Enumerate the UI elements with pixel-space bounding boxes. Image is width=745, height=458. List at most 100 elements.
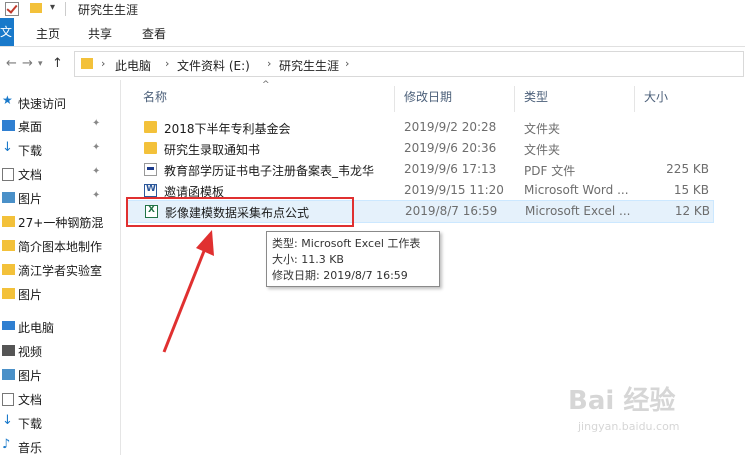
sidebar-item-quick-access[interactable]: ★ 快速访问 [0, 92, 118, 114]
address-folder-icon [81, 58, 93, 69]
folder-icon [2, 264, 15, 275]
tab-home[interactable]: 主页 [36, 25, 60, 42]
file-type: 文件夹 [524, 122, 561, 136]
quick-access-dropdown-icon[interactable]: ▾ [50, 2, 55, 13]
sidebar-item-videos[interactable]: 视频 [0, 340, 118, 362]
sidebar-item-label: 此电脑 [18, 321, 55, 335]
arrow-shaft [162, 245, 208, 353]
sidebar-item-label: 桌面 [18, 120, 43, 134]
sidebar-item-documents[interactable]: 文档 [0, 388, 118, 410]
up-arrow-icon[interactable]: ↑ [52, 56, 63, 71]
sidebar-item-desktop[interactable]: 桌面 ✦ [0, 115, 118, 137]
desktop-icon [2, 120, 15, 131]
download-icon: ↓ [2, 140, 13, 155]
star-icon: ★ [2, 93, 13, 107]
picture-icon [2, 369, 15, 380]
chevron-right-icon[interactable]: › [101, 57, 105, 70]
pin-icon[interactable]: ✦ [92, 166, 100, 177]
sidebar-item-label: 图片 [18, 192, 43, 206]
tooltip-size: 大小: 11.3 KB [272, 253, 344, 266]
baidu-watermark-url: jingyan.baidu.com [578, 420, 680, 433]
sidebar-item-downloads[interactable]: ↓ 下载 ✦ [0, 139, 118, 161]
sidebar-item-label: 图片 [18, 288, 43, 302]
document-icon [2, 168, 14, 181]
pin-icon[interactable]: ✦ [92, 190, 100, 201]
sidebar-item-label: 下载 [18, 417, 43, 431]
pin-icon[interactable]: ✦ [92, 118, 100, 129]
sidebar-item-folder[interactable]: 图片 [0, 283, 118, 305]
document-icon [2, 393, 14, 406]
baidu-watermark: Bai 经验 [568, 386, 676, 416]
address-bar[interactable]: › 此电脑 › 文件资料 (E:) › 研究生生涯 › [74, 51, 744, 77]
breadcrumb-this-pc[interactable]: 此电脑 [115, 57, 151, 74]
tab-view[interactable]: 查看 [142, 25, 166, 42]
sidebar-item-documents[interactable]: 文档 ✦ [0, 163, 118, 185]
file-row[interactable]: 2018下半年专利基金会 2019/9/2 20:28 文件夹 [126, 117, 712, 138]
file-row[interactable]: 研究生录取通知书 2019/9/6 20:36 文件夹 [126, 138, 712, 159]
file-type: Microsoft Excel ... [525, 204, 631, 218]
file-name: 教育部学历证书电子注册备案表_韦龙华 [164, 164, 375, 178]
file-type: 文件夹 [524, 143, 561, 157]
chevron-right-icon[interactable]: › [267, 57, 271, 70]
file-date: 2019/9/2 20:28 [404, 120, 497, 134]
file-type: PDF 文件 [524, 164, 576, 178]
pin-icon[interactable]: ✦ [92, 142, 100, 153]
title-separator [65, 2, 66, 16]
column-divider[interactable] [634, 86, 635, 112]
column-divider[interactable] [514, 86, 515, 112]
folder-icon [2, 240, 15, 251]
sidebar-item-label: 视频 [18, 345, 43, 359]
sidebar-item-folder[interactable]: 27+一种钢筋混 [0, 211, 118, 233]
sidebar-item-pictures[interactable]: 图片 [0, 364, 118, 386]
column-header-type[interactable]: 类型 [524, 88, 548, 105]
breadcrumb-drive[interactable]: 文件资料 (E:) [177, 57, 250, 74]
title-bar: ▾ 研究生生涯 [0, 0, 745, 19]
sidebar-item-label: 文档 [18, 168, 43, 182]
computer-icon [2, 321, 15, 330]
column-header-size[interactable]: 大小 [644, 88, 668, 105]
sidebar-item-label: 27+一种钢筋混 [18, 216, 104, 230]
address-row: ← → ▾ ↑ › 此电脑 › 文件资料 (E:) › 研究生生涯 › [0, 47, 745, 79]
file-type: Microsoft Word ... [524, 183, 629, 197]
back-arrow-icon[interactable]: ← [6, 56, 17, 71]
forward-arrow-icon[interactable]: → [22, 56, 33, 71]
sort-ascending-icon: ^ [262, 80, 270, 90]
chevron-right-icon[interactable]: › [345, 57, 349, 70]
tooltip-date: 修改日期: 2019/8/7 16:59 [272, 269, 408, 282]
recent-dropdown-icon[interactable]: ▾ [38, 59, 43, 69]
download-icon: ↓ [2, 413, 13, 428]
sidebar-item-folder[interactable]: 简介图本地制作 [0, 235, 118, 257]
column-header-date[interactable]: 修改日期 [404, 88, 452, 105]
tab-share[interactable]: 共享 [88, 25, 112, 42]
folder-icon [144, 142, 157, 154]
sidebar-item-label: 滴江学者实验室 [18, 264, 103, 278]
pdf-icon [144, 163, 157, 176]
red-arrow-annotation [162, 230, 214, 353]
breadcrumb-folder[interactable]: 研究生生涯 [279, 57, 339, 74]
sidebar-item-label: 文档 [18, 393, 43, 407]
sidebar-item-this-pc[interactable]: 此电脑 [0, 316, 118, 338]
file-tab[interactable]: 文件 [0, 18, 14, 46]
sidebar-item-folder[interactable]: 滴江学者实验室 [0, 259, 118, 281]
word-icon [144, 184, 157, 197]
sidebar-item-label: 图片 [18, 369, 43, 383]
video-icon [2, 345, 15, 356]
file-size: 12 KB [674, 204, 710, 218]
pane-splitter[interactable] [120, 80, 121, 455]
new-folder-icon[interactable] [30, 3, 42, 13]
properties-check-icon[interactable] [5, 2, 19, 16]
folder-icon [2, 216, 15, 227]
folder-icon [144, 121, 157, 133]
column-header-name[interactable]: 名称 [143, 88, 167, 105]
sidebar-item-downloads[interactable]: ↓ 下载 [0, 412, 118, 434]
file-date: 2019/9/15 11:20 [404, 183, 504, 197]
sidebar-item-label: 音乐 [18, 441, 43, 455]
sidebar-item-pictures[interactable]: 图片 ✦ [0, 187, 118, 209]
window-title: 研究生生涯 [78, 3, 139, 17]
file-row[interactable]: 教育部学历证书电子注册备案表_韦龙华 2019/9/6 17:13 PDF 文件… [126, 159, 712, 180]
column-divider[interactable] [394, 86, 395, 112]
sidebar-item-label: 下载 [18, 144, 43, 158]
highlight-box [126, 197, 354, 227]
picture-icon [2, 192, 15, 203]
chevron-right-icon[interactable]: › [165, 57, 169, 70]
